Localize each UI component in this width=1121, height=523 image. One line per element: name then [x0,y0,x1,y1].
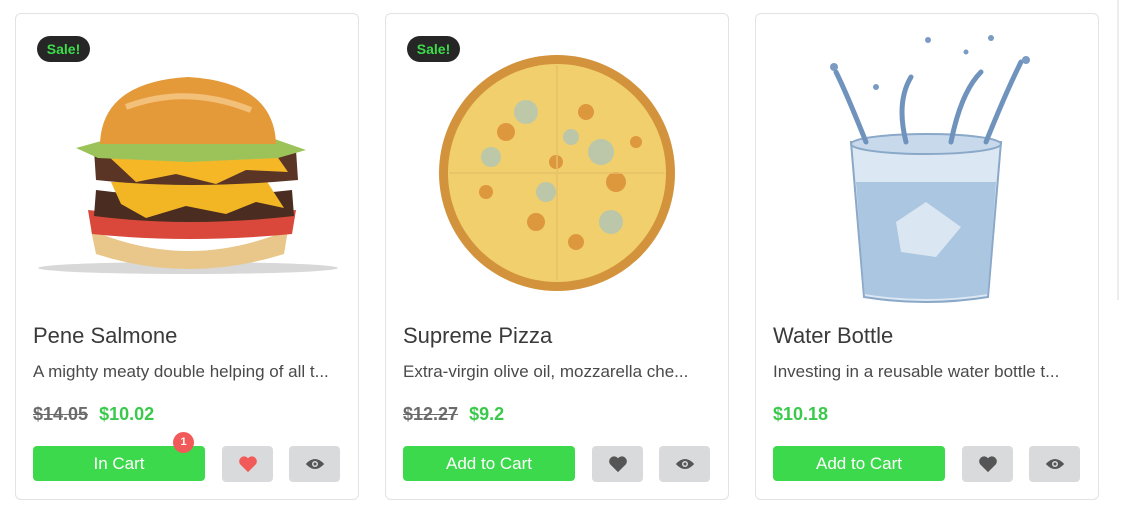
product-card: Sale! Pene Salmone A mighty meaty double… [15,13,359,500]
product-image-water-glass[interactable] [756,32,1098,312]
product-title[interactable]: Supreme Pizza [403,323,552,349]
eye-icon [675,459,694,469]
price: $10.18 [773,404,829,424]
product-card: Water Bottle Investing in a reusable wat… [755,13,1099,500]
sale-price: $10.02 [99,404,155,424]
quick-view-button[interactable] [1029,446,1080,482]
product-image-burger[interactable] [16,32,358,312]
cart-count-badge: 1 [173,432,194,453]
product-description: A mighty meaty double helping of all t..… [33,362,329,381]
price-row: $12.27 $9.2 [403,404,504,425]
old-price: $12.27 [403,404,459,424]
heart-icon [608,456,627,473]
quick-view-button[interactable] [659,446,710,482]
eye-icon [1045,459,1064,469]
heart-icon [978,456,997,473]
product-description: Investing in a reusable water bottle t..… [773,362,1060,381]
product-description: Extra-virgin olive oil, mozzarella che..… [403,362,689,381]
favorite-button[interactable] [592,446,643,482]
favorite-button[interactable] [222,446,273,482]
price-row: $14.05 $10.02 [33,404,154,425]
eye-icon [305,459,324,469]
sale-badge: Sale! [407,36,460,62]
price-row: $10.18 [773,404,828,425]
scrollbar-track[interactable] [1117,0,1119,300]
add-to-cart-button[interactable]: Add to Cart [403,446,575,481]
heart-icon [238,456,257,473]
quick-view-button[interactable] [289,446,340,482]
sale-badge: Sale! [37,36,90,62]
sale-price: $9.2 [469,404,505,424]
product-image-pizza[interactable] [386,32,728,312]
product-card: Sale! Supreme Pizza Extra-virgin olive o… [385,13,729,500]
favorite-button[interactable] [962,446,1013,482]
add-to-cart-button[interactable]: Add to Cart [773,446,945,481]
old-price: $14.05 [33,404,89,424]
product-title[interactable]: Water Bottle [773,323,893,349]
product-title[interactable]: Pene Salmone [33,323,177,349]
